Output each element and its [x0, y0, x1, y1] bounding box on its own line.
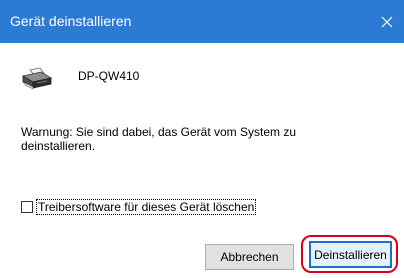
uninstall-button[interactable]: Deinstallieren: [309, 241, 392, 268]
title-bar: Gerät deinstallieren: [0, 0, 404, 43]
cancel-button[interactable]: Abbrechen: [205, 244, 294, 270]
uninstall-device-dialog: Gerät deinstallieren DP-QW410 Warnung: S…: [0, 0, 404, 278]
delete-driver-checkbox[interactable]: [21, 201, 33, 213]
warning-message: Warnung: Sie sind dabei, das Gerät vom S…: [21, 125, 297, 153]
delete-driver-label[interactable]: Treibersoftware für dieses Gerät löschen: [36, 199, 257, 215]
close-icon: [381, 16, 393, 27]
printer-icon: [21, 67, 53, 91]
delete-driver-option[interactable]: Treibersoftware für dieses Gerät löschen: [21, 199, 257, 215]
device-name: DP-QW410: [78, 69, 140, 83]
window-title: Gerät deinstallieren: [10, 13, 132, 29]
close-button[interactable]: [370, 0, 404, 43]
